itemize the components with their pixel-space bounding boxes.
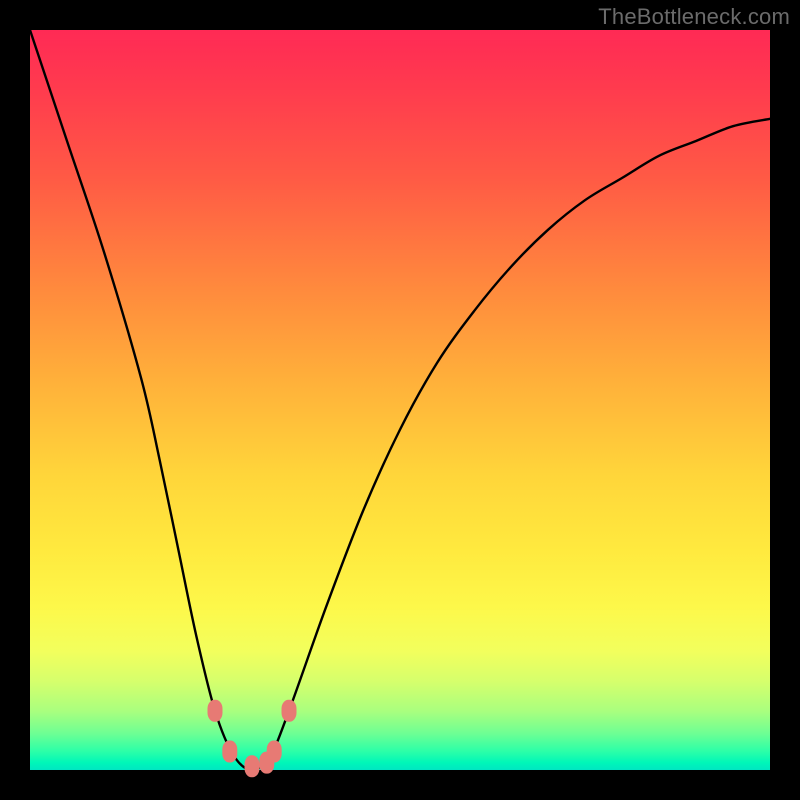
curve-marker [208, 700, 223, 722]
curve-marker [267, 741, 282, 763]
curve-marker [222, 741, 237, 763]
curve-svg [30, 30, 770, 770]
chart-frame: TheBottleneck.com [0, 0, 800, 800]
plot-area [30, 30, 770, 770]
watermark-text: TheBottleneck.com [598, 4, 790, 30]
curve-markers [208, 700, 297, 778]
curve-marker [282, 700, 297, 722]
curve-marker [245, 755, 260, 777]
bottleneck-curve [30, 30, 770, 770]
